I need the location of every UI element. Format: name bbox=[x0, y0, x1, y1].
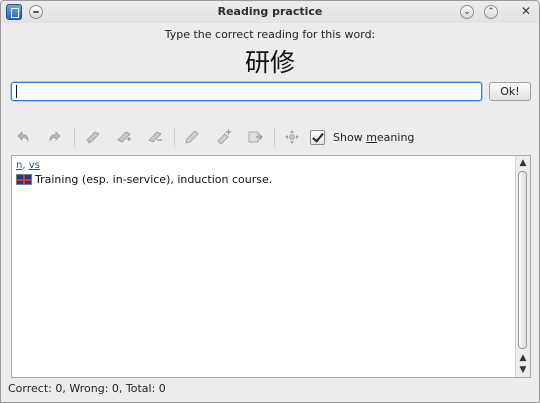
toolbar-separator bbox=[74, 127, 75, 147]
toolbar-separator bbox=[274, 127, 275, 147]
export-icon[interactable] bbox=[246, 128, 264, 146]
reading-input[interactable] bbox=[11, 82, 482, 101]
window-title: Reading practice bbox=[217, 5, 323, 18]
ok-button[interactable]: Ok! bbox=[489, 82, 531, 101]
bookmark-remove-icon[interactable] bbox=[146, 128, 164, 146]
scrollbar-thumb[interactable] bbox=[518, 171, 527, 349]
title-bar[interactable]: Reading practice ⌄ ⌃ ✕ bbox=[1, 1, 539, 23]
status-text: Correct: 0, Wrong: 0, Total: 0 bbox=[8, 382, 166, 395]
practice-word: 研修 bbox=[244, 48, 295, 77]
meaning-panel: n, vs Training (esp. in-service), induct… bbox=[11, 155, 531, 378]
part-of-speech-line: n, vs bbox=[16, 160, 40, 171]
vertical-scrollbar[interactable]: ▲ ▲ ▼ bbox=[515, 156, 530, 377]
definition-line: Training (esp. in-service), induction co… bbox=[16, 173, 272, 186]
undo-icon[interactable] bbox=[14, 128, 32, 146]
toolbar-separator bbox=[174, 127, 175, 147]
move-icon[interactable] bbox=[283, 128, 301, 146]
bookmark-add-icon[interactable] bbox=[115, 128, 133, 146]
show-meaning-label: Show meaning bbox=[333, 130, 415, 144]
edit-add-icon[interactable] bbox=[215, 128, 233, 146]
minimize-button[interactable]: ⌄ bbox=[460, 5, 474, 19]
text-caret bbox=[16, 85, 17, 98]
show-meaning-checkbox[interactable] bbox=[310, 129, 325, 145]
edit-icon[interactable] bbox=[183, 128, 201, 146]
redo-icon[interactable] bbox=[46, 128, 64, 146]
reading-practice-window: Reading practice ⌄ ⌃ ✕ Type the correct … bbox=[0, 0, 540, 403]
bookmark-icon[interactable] bbox=[84, 128, 102, 146]
close-button[interactable]: ✕ bbox=[519, 5, 533, 19]
pos-link-vs[interactable]: vs bbox=[29, 160, 40, 171]
scroll-up-icon[interactable]: ▲ bbox=[516, 157, 530, 169]
english-flag-icon bbox=[16, 174, 32, 185]
show-meaning-toggle[interactable]: Show meaning bbox=[310, 128, 414, 146]
maximize-button[interactable]: ⌃ bbox=[484, 5, 498, 19]
scroll-down-icon[interactable]: ▼ bbox=[516, 364, 530, 376]
prompt-text: Type the correct reading for this word: bbox=[164, 28, 376, 41]
definition-text: Training (esp. in-service), induction co… bbox=[35, 173, 273, 186]
scroll-up-alt-icon[interactable]: ▲ bbox=[516, 352, 530, 364]
toolbar: Show meaning bbox=[1, 123, 539, 151]
